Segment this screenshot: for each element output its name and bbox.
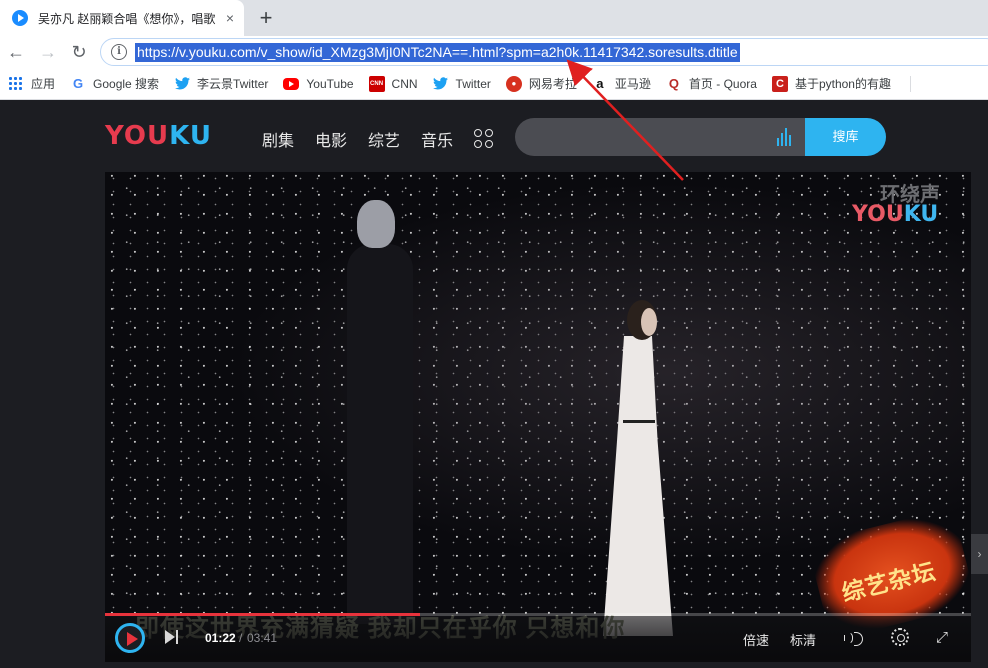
next-episode-icon[interactable]: [163, 628, 183, 646]
total-time: 03:41: [247, 631, 278, 645]
playback-speed-button[interactable]: 倍速: [743, 630, 769, 649]
twitter-icon: [174, 76, 190, 92]
reload-button[interactable]: ↻: [67, 40, 91, 64]
bookmark-divider: [909, 75, 911, 92]
bookmark-label: CNN: [391, 76, 418, 91]
back-button[interactable]: ←: [4, 40, 28, 64]
bookmark-kaola[interactable]: ● 网易考拉: [505, 75, 577, 92]
bookmark-label: 首页 - Quora: [688, 77, 757, 91]
bookmark-label: 李云景Twitter: [197, 77, 269, 91]
bookmark-quora[interactable]: Q 首页 - Quora: [666, 75, 757, 92]
youku-favicon-icon: [12, 10, 28, 26]
more-categories-icon[interactable]: [474, 129, 494, 149]
bookmarks-bar: 应用 G Google 搜索 李云景Twitter YouTube CNN CN…: [0, 68, 988, 100]
browser-toolbar: ← → ↻ i https://v.youku.com/v_show/id_XM…: [0, 36, 988, 68]
video-performer-left: [347, 200, 417, 624]
time-separator: /: [239, 631, 243, 645]
quora-icon: Q: [668, 76, 679, 91]
volume-icon[interactable]: [843, 629, 865, 647]
bookmark-twitter-li[interactable]: 李云景Twitter: [174, 75, 268, 92]
bookmark-csdn[interactable]: C 基于python的有趣: [771, 75, 891, 92]
youku-logo[interactable]: YOUKU: [105, 121, 212, 151]
search-button[interactable]: 搜库: [805, 118, 886, 156]
main-nav: 剧集 电影 综艺 音乐: [262, 127, 494, 151]
search-input[interactable]: [515, 118, 805, 156]
twitter-icon: [433, 76, 449, 92]
amazon-icon: a: [596, 76, 604, 91]
bookmark-google[interactable]: G Google 搜索: [70, 75, 159, 92]
kaola-icon: ●: [505, 75, 522, 92]
player-controls: 01:22 / 03:41 倍速 标清 ⤢: [105, 616, 971, 662]
browser-tab-active[interactable]: 吴亦凡 赵丽颖合唱《想你》，唱歌 ×: [0, 0, 244, 36]
apps-grid-icon: [8, 75, 24, 92]
bookmark-label: Google 搜索: [93, 77, 160, 91]
tab-title: 吴亦凡 赵丽颖合唱《想你》，唱歌: [38, 11, 216, 26]
cnn-icon: CNN: [368, 75, 385, 92]
youku-page: YOUKU 剧集 电影 综艺 音乐 搜库 环绕声 YOUKU 综艺杂坛 即使这世…: [0, 101, 988, 668]
voice-search-icon[interactable]: [777, 128, 793, 146]
side-expand-arrow-icon[interactable]: ›: [971, 534, 988, 574]
bookmark-amazon[interactable]: a 亚马逊: [592, 75, 651, 92]
bookmark-cnn[interactable]: CNN CNN: [368, 75, 418, 92]
bookmark-twitter[interactable]: Twitter: [433, 76, 491, 92]
youtube-icon: [283, 77, 300, 90]
bookmark-label: Twitter: [455, 76, 491, 91]
google-icon: G: [72, 76, 84, 91]
video-performer-right: [597, 300, 687, 636]
youku-watermark-logo: YOUKU: [852, 202, 939, 227]
play-button[interactable]: [115, 623, 145, 653]
fullscreen-icon[interactable]: ⤢: [933, 629, 951, 647]
settings-gear-icon[interactable]: [891, 628, 909, 646]
nav-item-music[interactable]: 音乐: [421, 127, 453, 151]
quality-button[interactable]: 标清: [790, 630, 816, 649]
bookmark-apps[interactable]: 应用: [8, 75, 55, 92]
bookmark-label: 应用: [31, 77, 56, 91]
forward-button[interactable]: →: [36, 40, 60, 64]
bookmark-label: 网易考拉: [528, 77, 577, 91]
tab-strip: 吴亦凡 赵丽颖合唱《想你》，唱歌 × +: [0, 0, 988, 36]
site-info-icon[interactable]: i: [111, 44, 127, 60]
csdn-icon: C: [771, 75, 788, 92]
new-tab-button[interactable]: +: [254, 4, 278, 32]
close-tab-icon[interactable]: ×: [226, 10, 234, 26]
address-bar[interactable]: i https://v.youku.com/v_show/id_XMzg3MjI…: [100, 38, 988, 66]
nav-item-variety[interactable]: 综艺: [368, 127, 400, 151]
url-text[interactable]: https://v.youku.com/v_show/id_XMzg3MjI0N…: [135, 43, 740, 62]
nav-item-movies[interactable]: 电影: [315, 127, 347, 151]
bookmark-label: YouTube: [306, 76, 354, 91]
current-time: 01:22: [205, 631, 236, 645]
bookmark-label: 基于python的有趣: [794, 77, 891, 91]
nav-item-series[interactable]: 剧集: [262, 127, 294, 151]
bookmark-label: 亚马逊: [614, 77, 651, 91]
bookmark-youtube[interactable]: YouTube: [283, 76, 354, 91]
video-player[interactable]: 环绕声 YOUKU 综艺杂坛 即使这世界充满猜疑 我却只在乎你 只想和你 01:…: [105, 172, 971, 662]
